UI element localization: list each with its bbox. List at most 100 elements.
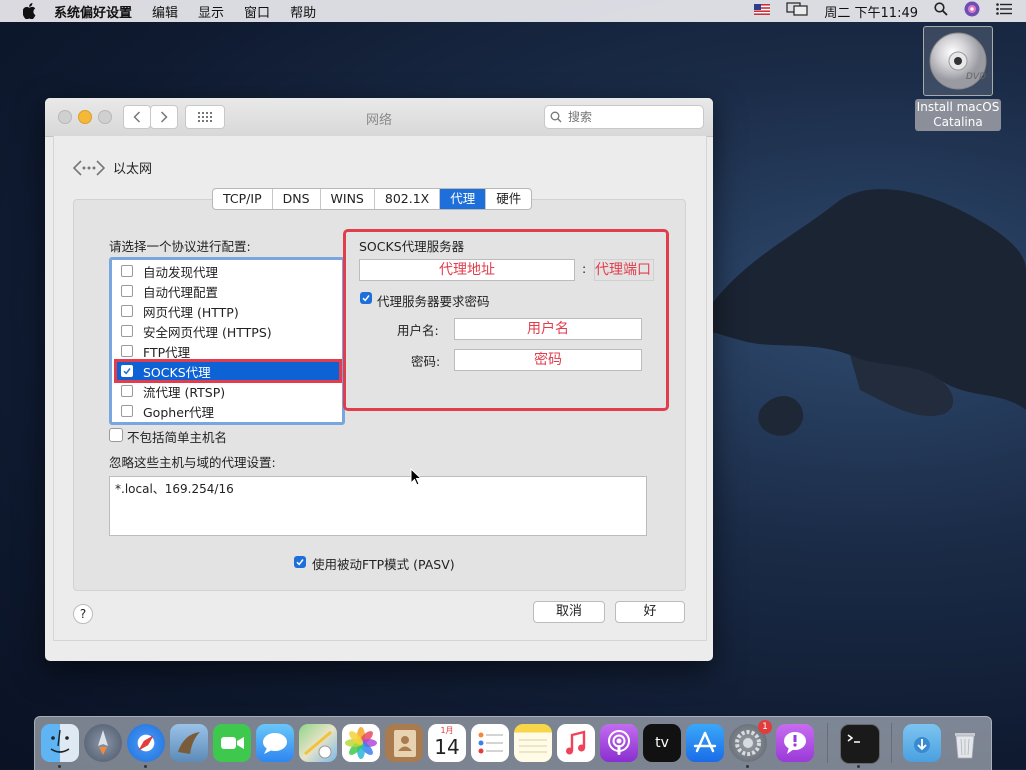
downloads-folder-icon[interactable]	[903, 724, 941, 762]
interface-name: 以太网	[113, 162, 153, 177]
calendar-month: 1月	[440, 726, 454, 735]
dock-separator	[891, 723, 892, 763]
checkmark-icon	[296, 559, 304, 566]
protocol-label: 网页代理 (HTTP)	[143, 304, 239, 320]
facetime-icon[interactable]	[213, 724, 251, 762]
safari-icon[interactable]	[127, 724, 165, 762]
menu-window[interactable]: 窗口	[244, 2, 270, 21]
protocol-checkbox[interactable]	[121, 385, 133, 397]
search-field[interactable]	[544, 105, 704, 129]
menu-view[interactable]: 显示	[198, 2, 224, 21]
feedback-assistant-icon[interactable]	[776, 724, 814, 762]
require-password-label: 代理服务器要求密码	[377, 294, 490, 309]
messages-icon[interactable]	[256, 724, 294, 762]
require-password-checkbox[interactable]	[360, 292, 372, 304]
ok-button[interactable]: 好	[615, 601, 685, 623]
tab-wins[interactable]: WINS	[321, 189, 375, 209]
protocol-item-gopher[interactable]: Gopher代理	[116, 401, 340, 421]
protocol-label: 安全网页代理 (HTTPS)	[143, 324, 272, 340]
menu-app-name[interactable]: 系统偏好设置	[54, 2, 132, 21]
menu-help[interactable]: 帮助	[290, 2, 316, 21]
dvd-disc-icon: DVD	[923, 26, 993, 96]
menu-clock[interactable]: 周二 下午11:49	[824, 2, 918, 21]
maps-icon[interactable]	[299, 724, 337, 762]
dvd-label-line1: Install macOS	[916, 100, 1000, 114]
protocol-label: 自动发现代理	[143, 264, 219, 280]
music-icon[interactable]	[557, 724, 595, 762]
protocol-checkbox-checked[interactable]	[121, 365, 133, 377]
tab-tcpip[interactable]: TCP/IP	[213, 189, 273, 209]
app-store-icon[interactable]	[686, 724, 724, 762]
tab-proxy[interactable]: 代理	[440, 189, 487, 209]
running-indicator	[746, 765, 749, 768]
launchpad-icon[interactable]	[84, 724, 122, 762]
spotlight-search-icon[interactable]	[934, 2, 948, 20]
protocol-list: 自动发现代理 自动代理配置 网页代理 (HTTP) 安全网页代理 (HTTPS)…	[109, 257, 345, 425]
menu-bar: 系统偏好设置 编辑 显示 窗口 帮助 周二 下午11:49	[0, 0, 1026, 22]
mail-icon[interactable]	[170, 724, 208, 762]
trash-icon[interactable]	[946, 724, 984, 762]
username-label: 用户名:	[397, 323, 439, 338]
bypass-hosts-textarea[interactable]: *.local、169.254/16	[109, 476, 647, 536]
proxy-port-field[interactable]: 代理端口	[594, 259, 654, 281]
exclude-simple-hostnames-checkbox[interactable]	[109, 428, 123, 442]
search-input[interactable]	[566, 109, 690, 125]
protocol-checkbox[interactable]	[121, 325, 133, 337]
apple-tv-icon[interactable]: tv	[643, 724, 681, 762]
protocol-item-https[interactable]: 安全网页代理 (HTTPS)	[116, 321, 340, 341]
calendar-icon[interactable]: 1月 14	[428, 724, 466, 762]
help-button[interactable]: ?	[73, 604, 93, 624]
terminal-icon[interactable]	[840, 724, 880, 764]
protocol-label: 流代理 (RTSP)	[143, 384, 226, 400]
protocol-item-auto-config[interactable]: 自动代理配置	[116, 281, 340, 301]
protocol-checkbox[interactable]	[121, 345, 133, 357]
display-mirroring-icon[interactable]	[786, 2, 808, 20]
protocol-item-http[interactable]: 网页代理 (HTTP)	[116, 301, 340, 321]
menu-edit[interactable]: 编辑	[152, 2, 178, 21]
username-field[interactable]: 用户名	[454, 318, 642, 340]
contacts-icon[interactable]	[385, 724, 423, 762]
interface-header: 以太网	[73, 158, 152, 177]
apple-menu-icon[interactable]	[20, 3, 40, 19]
ethernet-icon	[73, 159, 105, 176]
notes-icon[interactable]	[514, 724, 552, 762]
search-icon	[550, 111, 562, 123]
protocol-checkbox[interactable]	[121, 265, 133, 277]
port-separator: :	[582, 261, 587, 276]
tab-8021x[interactable]: 802.1X	[375, 189, 441, 209]
window-titlebar: 网络	[45, 98, 713, 137]
user-avatar-icon[interactable]	[964, 1, 980, 21]
dock-separator	[827, 723, 828, 763]
proxy-address-field[interactable]: 代理地址	[359, 259, 575, 281]
reminders-icon[interactable]	[471, 724, 509, 762]
settings-tabs: TCP/IP DNS WINS 802.1X 代理 硬件	[212, 188, 533, 210]
install-macos-dvd-icon[interactable]: DVD Install macOS Catalina	[914, 26, 1002, 131]
input-source-flag-icon[interactable]	[754, 3, 771, 19]
running-indicator	[58, 765, 61, 768]
podcasts-icon[interactable]	[600, 724, 638, 762]
protocol-checkbox[interactable]	[121, 305, 133, 317]
protocol-checkbox[interactable]	[121, 285, 133, 297]
notification-center-icon[interactable]	[996, 3, 1012, 19]
dvd-disc-text: DVD	[966, 72, 986, 82]
password-field[interactable]: 密码	[454, 349, 642, 371]
protocol-item-auto-discovery[interactable]: 自动发现代理	[116, 261, 340, 281]
network-preferences-window: 网络 以太网 TCP/IP DNS WINS 802.1X 代理 硬件 请选择一…	[45, 98, 713, 661]
tab-dns[interactable]: DNS	[273, 189, 321, 209]
finder-icon[interactable]	[41, 724, 79, 762]
mouse-cursor-icon	[410, 468, 422, 486]
protocol-item-rtsp[interactable]: 流代理 (RTSP)	[116, 381, 340, 401]
socks-heading: SOCKS代理服务器	[359, 239, 465, 254]
protocol-item-socks[interactable]: SOCKS代理	[114, 359, 342, 383]
protocol-label: Gopher代理	[143, 404, 215, 420]
passive-ftp-label: 使用被动FTP模式 (PASV)	[312, 557, 455, 572]
exclude-simple-hostnames-label: 不包括简单主机名	[127, 430, 228, 445]
passive-ftp-checkbox[interactable]	[294, 556, 306, 568]
checkmark-icon	[123, 368, 131, 375]
photos-icon[interactable]	[342, 724, 380, 762]
protocol-checkbox[interactable]	[121, 405, 133, 417]
cancel-button[interactable]: 取消	[533, 601, 605, 623]
running-indicator	[144, 765, 147, 768]
protocol-item-ftp[interactable]: FTP代理	[116, 341, 340, 361]
tab-hardware[interactable]: 硬件	[486, 189, 531, 209]
